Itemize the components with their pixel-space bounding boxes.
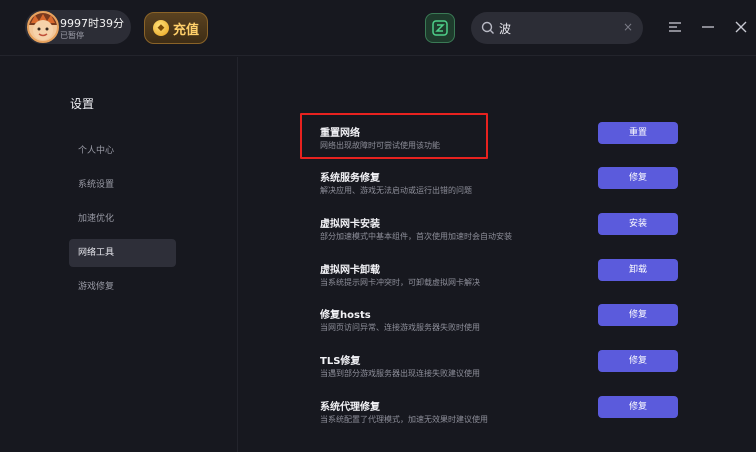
avatar[interactable] <box>27 11 59 43</box>
tool-description: 当网页访问异常、连接游戏服务器失败时使用 <box>320 323 480 332</box>
minimize-button[interactable] <box>697 16 719 38</box>
search-icon <box>481 21 494 34</box>
network-tools-panel: 重置网络 网络出现故障时可尝试使用该功能 重置 系统服务修复 解决应用、游戏无法… <box>239 57 756 452</box>
menu-button[interactable] <box>664 16 686 38</box>
sidebar-item-game-repair[interactable]: 游戏修复 <box>69 273 176 301</box>
tool-title: 修复hosts <box>320 310 371 321</box>
tool-title: 虚拟网卡安装 <box>320 219 380 230</box>
tool-row-virtual-nic-uninstall: 虚拟网卡卸载 当系统提示网卡冲突时，可卸载虚拟网卡解决 卸载 <box>320 259 680 299</box>
sidebar-title: 设置 <box>70 97 95 111</box>
tool-row-system-service-repair: 系统服务修复 解决应用、游戏无法启动或运行出错的问题 修复 <box>320 167 680 207</box>
reset-button[interactable]: 重置 <box>598 122 678 144</box>
tool-description: 当系统提示网卡冲突时，可卸载虚拟网卡解决 <box>320 278 480 287</box>
sidebar-item-network-tools[interactable]: 网络工具 <box>69 239 176 267</box>
menu-icon <box>669 22 681 32</box>
install-button[interactable]: 安装 <box>598 213 678 235</box>
tool-description: 解决应用、游戏无法启动或运行出错的问题 <box>320 186 472 195</box>
search-input[interactable] <box>499 17 609 39</box>
tool-description: 当遇到部分游戏服务器出现连接失败建议使用 <box>320 369 480 378</box>
sidebar-item-acceleration[interactable]: 加速优化 <box>69 205 176 233</box>
search-box[interactable]: × <box>471 12 643 44</box>
shield-coin-icon: ◆ <box>152 20 169 36</box>
clear-icon[interactable]: × <box>623 20 633 34</box>
game-library-button[interactable] <box>425 13 455 43</box>
tool-row-repair-hosts: 修复hosts 当网页访问异常、连接游戏服务器失败时使用 修复 <box>320 304 680 344</box>
repair-hosts-button[interactable]: 修复 <box>598 304 678 326</box>
settings-sidebar: 设置 个人中心 系统设置 加速优化 网络工具 游戏修复 <box>0 57 238 452</box>
tool-title: 虚拟网卡卸载 <box>320 265 380 276</box>
tool-description: 部分加速模式中基本组件，首次使用加速时会自动安装 <box>320 232 512 241</box>
repair-proxy-button[interactable]: 修复 <box>598 396 678 418</box>
tool-row-system-proxy-repair: 系统代理修复 当系统配置了代理模式，加速无效果时建议使用 修复 <box>320 396 680 436</box>
tool-row-virtual-nic-install: 虚拟网卡安装 部分加速模式中基本组件，首次使用加速时会自动安装 安装 <box>320 213 680 253</box>
uninstall-button[interactable]: 卸载 <box>598 259 678 281</box>
tool-title: 系统代理修复 <box>320 402 380 413</box>
top-bar: 9997时39分 已暂停 ◆ 充值 × <box>0 0 756 56</box>
tool-title: 系统服务修复 <box>320 173 380 184</box>
avatar-face-icon <box>29 13 57 40</box>
tool-row-tls-repair: TLS修复 当遇到部分游戏服务器出现连接失败建议使用 修复 <box>320 350 680 390</box>
repair-tls-button[interactable]: 修复 <box>598 350 678 372</box>
user-chip[interactable]: 9997时39分 已暂停 <box>25 10 131 44</box>
repair-service-button[interactable]: 修复 <box>598 167 678 189</box>
tool-title: TLS修复 <box>320 356 361 367</box>
game-card-icon <box>432 20 448 36</box>
tool-description: 当系统配置了代理模式，加速无效果时建议使用 <box>320 415 488 424</box>
status-text: 已暂停 <box>60 31 84 40</box>
recharge-label: 充值 <box>172 22 199 38</box>
close-icon <box>735 21 747 33</box>
close-button[interactable] <box>730 16 752 38</box>
tool-title: 重置网络 <box>320 128 360 139</box>
tool-row-reset-network: 重置网络 网络出现故障时可尝试使用该功能 重置 <box>320 122 680 162</box>
sidebar-item-personal-center[interactable]: 个人中心 <box>69 137 176 165</box>
sidebar-item-system-settings[interactable]: 系统设置 <box>69 171 176 199</box>
minimize-icon <box>702 26 714 28</box>
tool-description: 网络出现故障时可尝试使用该功能 <box>320 141 440 150</box>
recharge-button[interactable]: ◆ 充值 <box>144 12 208 44</box>
time-remaining: 9997时39分 <box>60 17 124 30</box>
